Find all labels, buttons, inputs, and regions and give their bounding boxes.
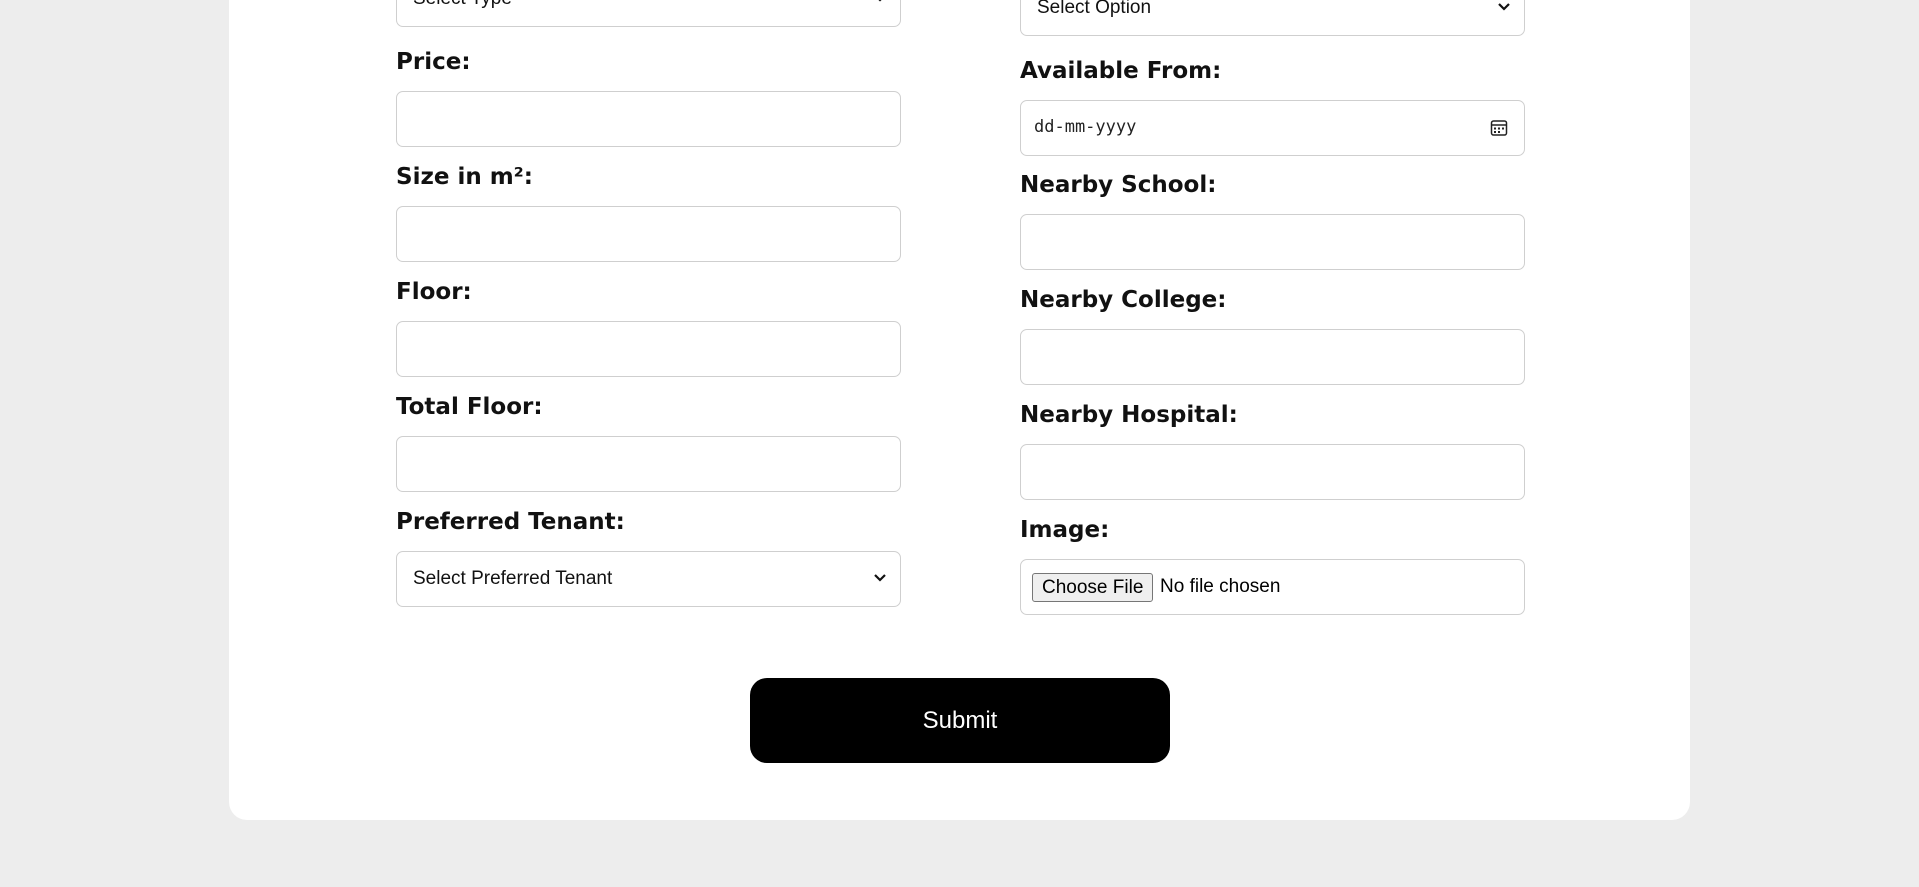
floor-input[interactable] [396, 321, 901, 377]
option-select-value: Select Option [1037, 0, 1152, 18]
size-field: Size in m²: [396, 162, 901, 262]
image-file-input[interactable]: Choose File No file chosen [1020, 559, 1525, 615]
choose-file-button[interactable]: Choose File [1032, 573, 1154, 602]
nearby-college-field: Nearby College: [1020, 285, 1525, 385]
option-field: Select Option [1020, 0, 1525, 36]
nearby-school-field: Nearby School: [1020, 170, 1525, 270]
total-floor-label: Total Floor: [396, 394, 543, 420]
available-from-date-input[interactable]: dd-mm-yyyy [1020, 100, 1525, 156]
image-field: Image: Choose File No file chosen [1020, 515, 1525, 615]
file-status: No file chosen [1160, 576, 1281, 597]
chevron-down-icon [1498, 3, 1510, 11]
floor-label: Floor: [396, 279, 472, 305]
nearby-school-input[interactable] [1020, 214, 1525, 270]
type-field: Select Type [396, 0, 901, 27]
available-from-field: Available From: dd-mm-yyyy [1020, 56, 1525, 156]
total-floor-input[interactable] [396, 436, 901, 492]
price-field: Price: [396, 47, 901, 147]
preferred-tenant-field: Preferred Tenant: Select Preferred Tenan… [396, 507, 901, 607]
nearby-college-label: Nearby College: [1020, 287, 1227, 313]
price-input[interactable] [396, 91, 901, 147]
preferred-tenant-label: Preferred Tenant: [396, 509, 625, 535]
type-select-value: Select Type [413, 0, 512, 25]
chevron-down-icon [874, 574, 886, 582]
date-placeholder: dd-mm-yyyy [1034, 117, 1137, 137]
total-floor-field: Total Floor: [396, 392, 901, 492]
submit-button[interactable]: Submit [750, 678, 1170, 763]
price-label: Price: [396, 49, 471, 75]
chevron-down-icon [878, 0, 882, 2]
option-select[interactable]: Select Option [1020, 0, 1525, 36]
calendar-icon[interactable] [1490, 119, 1508, 137]
floor-field: Floor: [396, 277, 901, 377]
nearby-school-label: Nearby School: [1020, 172, 1217, 198]
preferred-tenant-select[interactable]: Select Preferred Tenant [396, 551, 901, 607]
image-label: Image: [1020, 517, 1110, 543]
nearby-hospital-label: Nearby Hospital: [1020, 402, 1238, 428]
nearby-college-input[interactable] [1020, 329, 1525, 385]
nearby-hospital-input[interactable] [1020, 444, 1525, 500]
size-input[interactable] [396, 206, 901, 262]
available-from-label: Available From: [1020, 58, 1222, 84]
type-select[interactable]: Select Type [396, 0, 901, 27]
nearby-hospital-field: Nearby Hospital: [1020, 400, 1525, 500]
size-label: Size in m²: [396, 164, 533, 190]
preferred-tenant-value: Select Preferred Tenant [413, 568, 613, 589]
